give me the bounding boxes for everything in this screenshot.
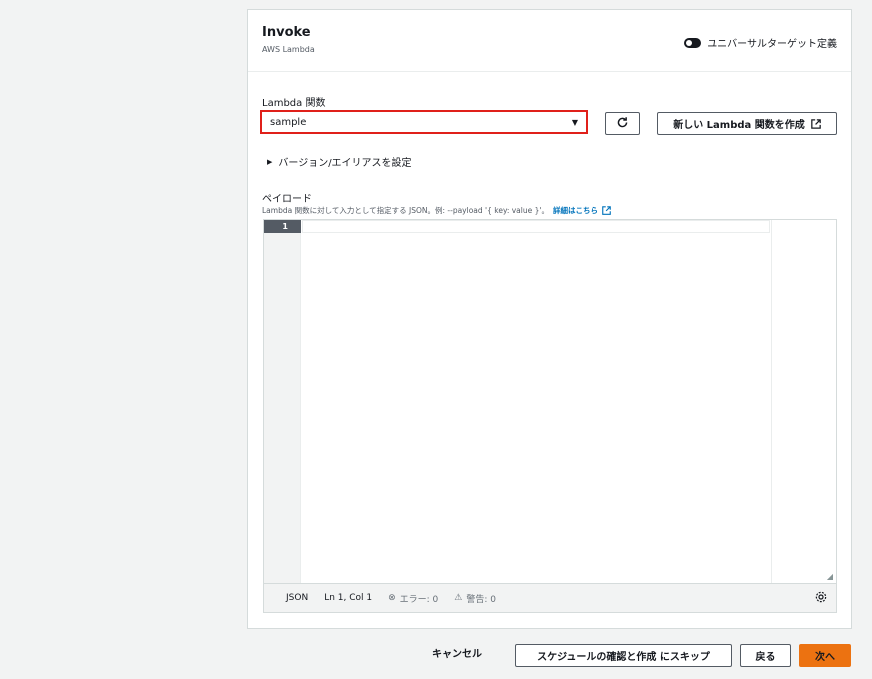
next-button[interactable]: 次へ xyxy=(799,644,851,667)
editor-gutter: 1 xyxy=(264,220,301,583)
errors-label: エラー: 0 xyxy=(399,594,439,605)
warnings-count: ⚠ 警告: 0 xyxy=(454,592,496,605)
back-button[interactable]: 戻る xyxy=(740,644,791,667)
invoke-panel: Invoke AWS Lambda ユニバーサルターゲット定義 Lambda 関… xyxy=(247,9,852,629)
caret-right-icon: ▶ xyxy=(267,157,273,166)
panel-title: Invoke xyxy=(262,25,311,40)
create-lambda-label: 新しい Lambda 関数を作成 xyxy=(673,120,805,131)
refresh-button[interactable] xyxy=(605,112,640,135)
caret-down-icon: ▼ xyxy=(571,117,578,127)
external-link-icon xyxy=(810,118,821,129)
editor-mode: JSON xyxy=(286,593,309,603)
editor-active-line[interactable] xyxy=(302,220,770,233)
create-lambda-button[interactable]: 新しい Lambda 関数を作成 xyxy=(657,112,837,135)
panel-subtitle: AWS Lambda xyxy=(262,45,315,54)
version-alias-expander[interactable]: ▶ バージョン/エイリアスを設定 xyxy=(267,154,412,170)
payload-description: Lambda 関数に対して入力として指定する JSON。例: --payload… xyxy=(262,205,611,216)
learn-more-link[interactable]: 詳細はこちら xyxy=(553,205,598,216)
payload-code-editor[interactable]: 1 ◢ JSON Ln 1, Col 1 ⊗ エラー: 0 ⚠ 警告: 0 xyxy=(263,219,837,613)
version-alias-label: バージョン/エイリアスを設定 xyxy=(278,158,412,169)
editor-status-bar: JSON Ln 1, Col 1 ⊗ エラー: 0 ⚠ 警告: 0 xyxy=(264,583,836,612)
toggle-switch-icon[interactable] xyxy=(684,37,702,48)
cancel-button[interactable]: キャンセル xyxy=(432,645,482,660)
selected-function-value: sample xyxy=(270,116,307,128)
line-number: 1 xyxy=(264,220,301,233)
gear-icon[interactable] xyxy=(814,590,828,604)
refresh-icon xyxy=(616,114,629,133)
left-blank-area xyxy=(0,0,247,679)
payload-label: ペイロード xyxy=(262,194,312,205)
payload-description-text: Lambda 関数に対して入力として指定する JSON。例: --payload… xyxy=(262,206,549,215)
wizard-footer: キャンセル スケジュールの確認と作成 にスキップ 戻る 次へ xyxy=(0,640,872,670)
lambda-function-label: Lambda 関数 xyxy=(262,98,326,109)
resize-handle-icon[interactable]: ◢ xyxy=(827,572,833,581)
warnings-label: 警告: 0 xyxy=(466,594,496,605)
page: Invoke AWS Lambda ユニバーサルターゲット定義 Lambda 関… xyxy=(0,0,872,679)
errors-count: ⊗ エラー: 0 xyxy=(388,592,438,605)
error-icon: ⊗ xyxy=(388,593,396,603)
cursor-position: Ln 1, Col 1 xyxy=(324,593,373,603)
skip-to-review-button[interactable]: スケジュールの確認と作成 にスキップ xyxy=(515,644,732,667)
universal-target-toggle[interactable]: ユニバーサルターゲット定義 xyxy=(684,35,837,50)
warning-icon: ⚠ xyxy=(454,593,463,603)
lambda-function-select[interactable]: sample ▼ xyxy=(260,110,588,134)
external-link-icon[interactable] xyxy=(602,206,611,215)
toggle-label: ユニバーサルターゲット定義 xyxy=(707,39,837,50)
editor-print-margin xyxy=(771,220,772,583)
panel-header: Invoke AWS Lambda ユニバーサルターゲット定義 xyxy=(248,10,851,72)
